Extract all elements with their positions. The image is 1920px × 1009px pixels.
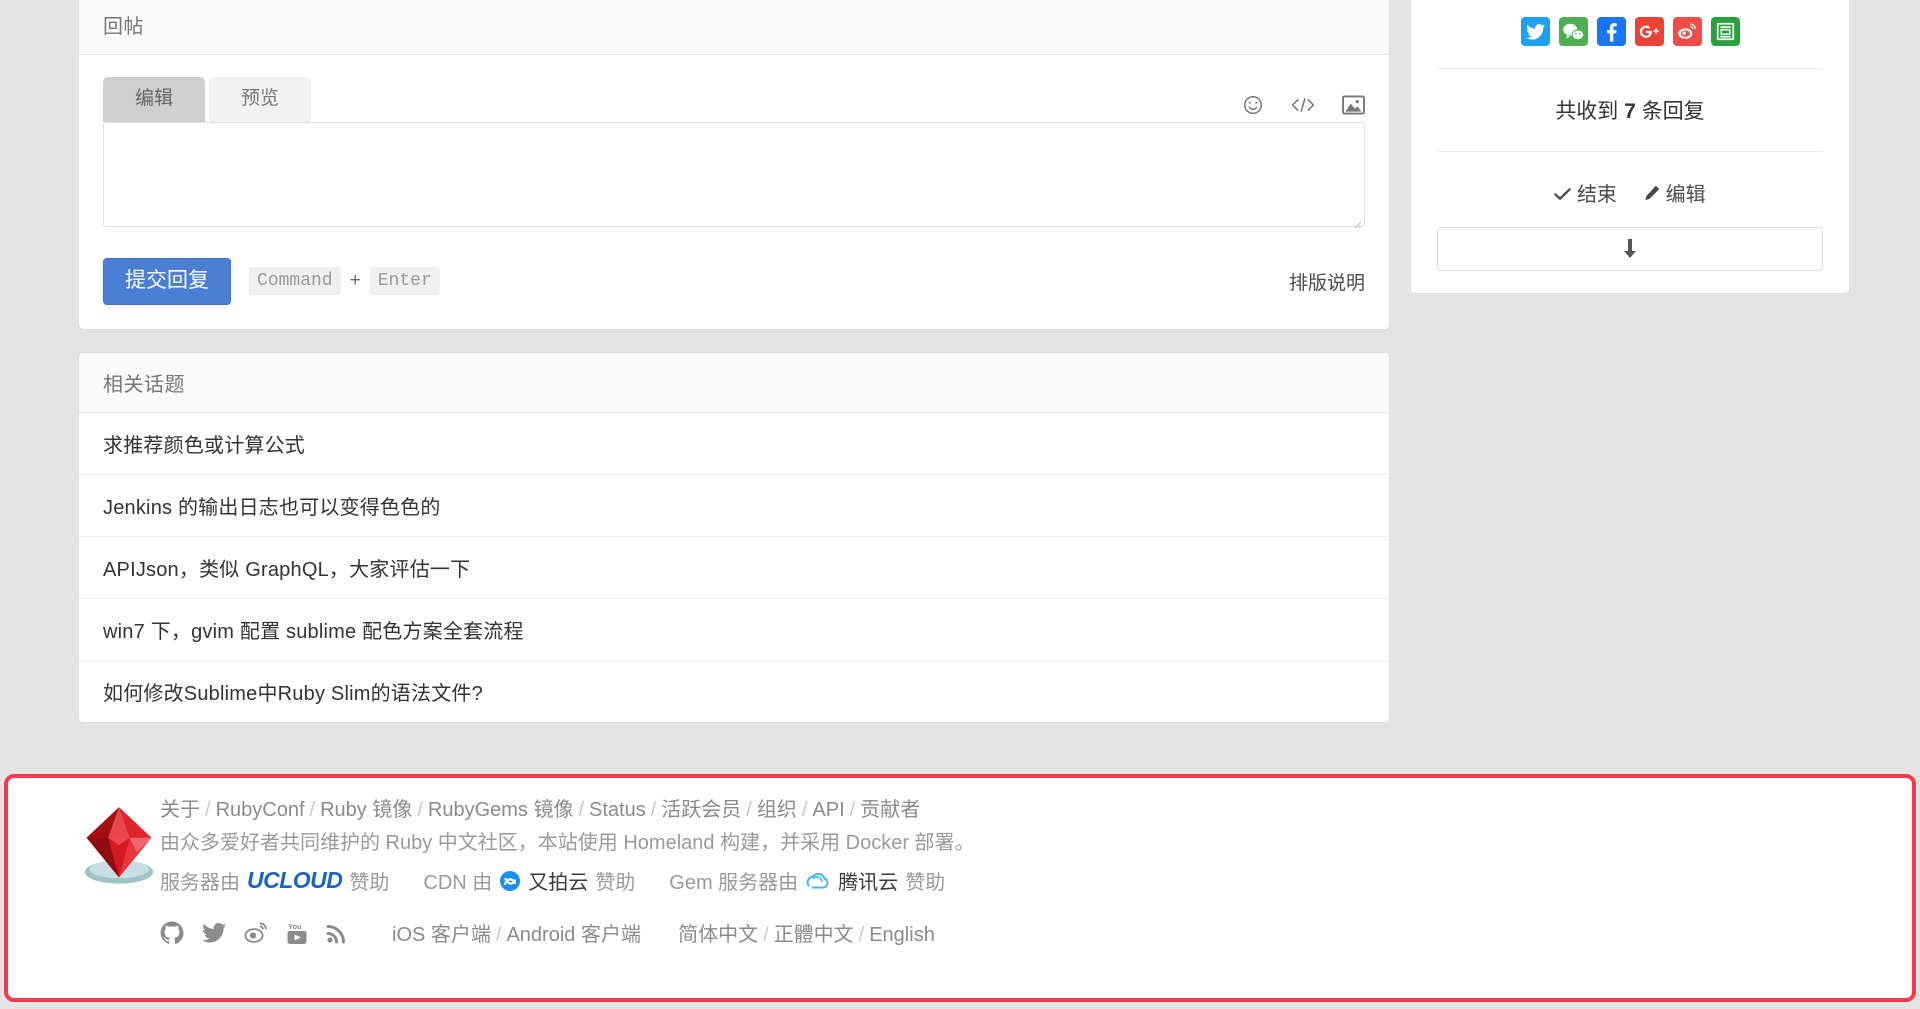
youtube-icon[interactable]: You bbox=[286, 921, 308, 945]
footer-description: 由众多爱好者共同维护的 Ruby 中文社区，本站使用 Homeland 构建，并… bbox=[160, 832, 975, 854]
rss-icon[interactable] bbox=[326, 922, 348, 944]
site-footer: 关于 / RubyConf / Ruby 镜像 / RubyGems 镜像 / Status / 活… bbox=[8, 778, 1912, 998]
keyboard-shortcut-hint: Command + Enter bbox=[249, 267, 440, 296]
footer-link-status[interactable]: Status bbox=[589, 799, 646, 821]
upyun-brand[interactable]: 又拍云 bbox=[528, 866, 588, 895]
footer-link-active-members[interactable]: 活跃会员 bbox=[661, 799, 741, 821]
twitter-icon[interactable] bbox=[202, 922, 226, 943]
footer-bottom-row: You iOS 客户端 / Android 客户端 简体中文 / 正體中文 / Englis… bbox=[160, 918, 935, 947]
weibo-icon[interactable] bbox=[244, 922, 268, 944]
edit-topic-label: 编辑 bbox=[1665, 184, 1706, 206]
footer-social-icons: You bbox=[160, 921, 348, 945]
shortcut-enter-key: Enter bbox=[369, 267, 440, 296]
sponsor-row: 服务器由 UCLOUD 赞助 CDN 由 又拍云 赞助 Gem 服务器由 腾讯云… bbox=[160, 866, 973, 895]
close-topic-label: 结束 bbox=[1576, 184, 1617, 206]
scroll-to-bottom-button[interactable] bbox=[1437, 227, 1823, 271]
footer-link-api[interactable]: API bbox=[812, 799, 844, 821]
pencil-icon bbox=[1645, 185, 1660, 201]
lang-simplified-chinese[interactable]: 简体中文 bbox=[678, 924, 758, 946]
footer-bottom-links: iOS 客户端 / Android 客户端 简体中文 / 正體中文 / English bbox=[392, 924, 935, 946]
shortcut-plus: + bbox=[349, 270, 361, 292]
tab-edit[interactable]: 编辑 bbox=[103, 77, 206, 122]
sponsor-server-prefix: 服务器由 bbox=[160, 872, 240, 894]
footer-link-rubyconf[interactable]: RubyConf bbox=[216, 799, 305, 821]
reply-actions: 提交回复 Command + Enter 排版说明 bbox=[103, 257, 1365, 305]
ruby-gem-logo bbox=[84, 807, 154, 884]
wechat-icon[interactable] bbox=[1558, 17, 1588, 46]
main-column: 回帖 编辑 预览 提交回复 Command + Enter 排版说明 相关话题 … bbox=[78, 0, 1390, 723]
sponsor-gem-suffix: 赞助 bbox=[905, 872, 946, 894]
sponsor-gem: Gem 服务器由 腾讯云 赞助 bbox=[669, 866, 945, 895]
check-icon bbox=[1554, 188, 1572, 200]
lang-traditional-chinese[interactable]: 正體中文 bbox=[774, 924, 854, 946]
footer-link-rubygems-mirror[interactable]: RubyGems 镜像 bbox=[428, 799, 574, 821]
reply-panel: 回帖 编辑 预览 提交回复 Command + Enter 排版说明 bbox=[78, 0, 1390, 330]
related-topics-title: 相关话题 bbox=[79, 352, 1389, 413]
lang-english[interactable]: English bbox=[869, 924, 935, 946]
reply-panel-body: 编辑 预览 提交回复 Command + Enter 排版说明 bbox=[79, 55, 1389, 329]
list-item[interactable]: 求推荐颜色或计算公式 bbox=[79, 413, 1389, 475]
related-topics-panel: 相关话题 求推荐颜色或计算公式 Jenkins 的输出日志也可以变得色色的 AP… bbox=[78, 351, 1390, 723]
footer-text-block: 关于 / RubyConf / Ruby 镜像 / RubyGems 镜像 / Status / 活… bbox=[160, 794, 975, 860]
reply-count-suffix: 条回复 bbox=[1641, 100, 1705, 123]
reply-panel-title: 回帖 bbox=[79, 0, 1389, 55]
list-item[interactable]: Jenkins 的输出日志也可以变得色色的 bbox=[79, 475, 1389, 537]
svg-text:You: You bbox=[288, 922, 302, 931]
twitter-icon[interactable] bbox=[1520, 17, 1550, 46]
editor-tabs: 编辑 预览 bbox=[103, 77, 1365, 122]
arrow-down-icon bbox=[1624, 239, 1636, 258]
weibo-icon[interactable] bbox=[1672, 17, 1702, 46]
sponsor-cdn-suffix: 赞助 bbox=[595, 872, 636, 894]
footer-link-contributors[interactable]: 贡献者 bbox=[860, 799, 920, 821]
footer-nav-links: 关于 / RubyConf / Ruby 镜像 / RubyGems 镜像 / Status / 活… bbox=[160, 799, 921, 821]
douban-icon[interactable] bbox=[1710, 17, 1740, 46]
topic-operations: 结束 编辑 bbox=[1437, 152, 1823, 227]
tencent-cloud-icon bbox=[806, 872, 829, 888]
footer-link-organizations[interactable]: 组织 bbox=[757, 799, 797, 821]
code-icon[interactable] bbox=[1290, 95, 1316, 115]
reply-count-prefix: 共收到 bbox=[1555, 100, 1619, 123]
topic-actions-panel: 共收到 7 条回复 结束 编辑 bbox=[1410, 0, 1850, 294]
tencent-brand[interactable]: 腾讯云 bbox=[838, 866, 898, 895]
list-item[interactable]: win7 下，gvim 配置 sublime 配色方案全套流程 bbox=[79, 599, 1389, 661]
reply-textarea[interactable] bbox=[103, 121, 1365, 227]
edit-topic-button[interactable]: 编辑 bbox=[1644, 184, 1706, 206]
compose-wrapper bbox=[103, 121, 1365, 232]
footer-link-ruby-mirror[interactable]: Ruby 镜像 bbox=[320, 799, 412, 821]
list-item[interactable]: 如何修改Sublime中Ruby Slim的语法文件? bbox=[79, 661, 1389, 722]
editor-toolbar bbox=[1242, 94, 1365, 122]
close-topic-button[interactable]: 结束 bbox=[1554, 184, 1622, 206]
share-icons-row bbox=[1437, 0, 1823, 68]
android-client-link[interactable]: Android 客户端 bbox=[506, 924, 641, 946]
sponsor-cdn: CDN 由 又拍云 赞助 bbox=[423, 866, 635, 895]
sponsor-server-suffix: 赞助 bbox=[349, 872, 390, 894]
tab-preview[interactable]: 预览 bbox=[209, 77, 312, 122]
sidebar-column: 共收到 7 条回复 结束 编辑 bbox=[1410, 0, 1850, 294]
typesetting-help-link[interactable]: 排版说明 bbox=[1289, 268, 1365, 295]
reply-count-number: 7 bbox=[1624, 100, 1636, 123]
footer-link-about[interactable]: 关于 bbox=[160, 799, 200, 821]
image-icon[interactable] bbox=[1342, 95, 1365, 115]
github-icon[interactable] bbox=[160, 921, 184, 945]
facebook-icon[interactable] bbox=[1596, 17, 1626, 46]
list-item[interactable]: APIJson，类似 GraphQL，大家评估一下 bbox=[79, 537, 1389, 599]
ucloud-logo[interactable]: UCLOUD bbox=[247, 867, 343, 894]
sponsor-cdn-prefix: CDN 由 bbox=[423, 872, 493, 894]
related-topics-list: 求推荐颜色或计算公式 Jenkins 的输出日志也可以变得色色的 APIJson… bbox=[79, 413, 1389, 722]
reply-count-label: 共收到 7 条回复 bbox=[1437, 69, 1823, 151]
shortcut-command-key: Command bbox=[249, 267, 341, 296]
emoji-icon[interactable] bbox=[1242, 94, 1264, 116]
googleplus-icon[interactable] bbox=[1634, 17, 1664, 46]
upyun-icon bbox=[500, 870, 521, 891]
sponsor-server: 服务器由 UCLOUD 赞助 bbox=[160, 866, 389, 895]
sponsor-gem-prefix: Gem 服务器由 bbox=[669, 872, 799, 894]
footer-highlight-box: 关于 / RubyConf / Ruby 镜像 / RubyGems 镜像 / Status / 活… bbox=[4, 774, 1916, 1002]
page-root: 回帖 编辑 预览 提交回复 Command + Enter 排版说明 相关话题 … bbox=[0, 0, 1920, 1009]
submit-reply-button[interactable]: 提交回复 bbox=[103, 257, 231, 305]
ios-client-link[interactable]: iOS 客户端 bbox=[392, 924, 491, 946]
